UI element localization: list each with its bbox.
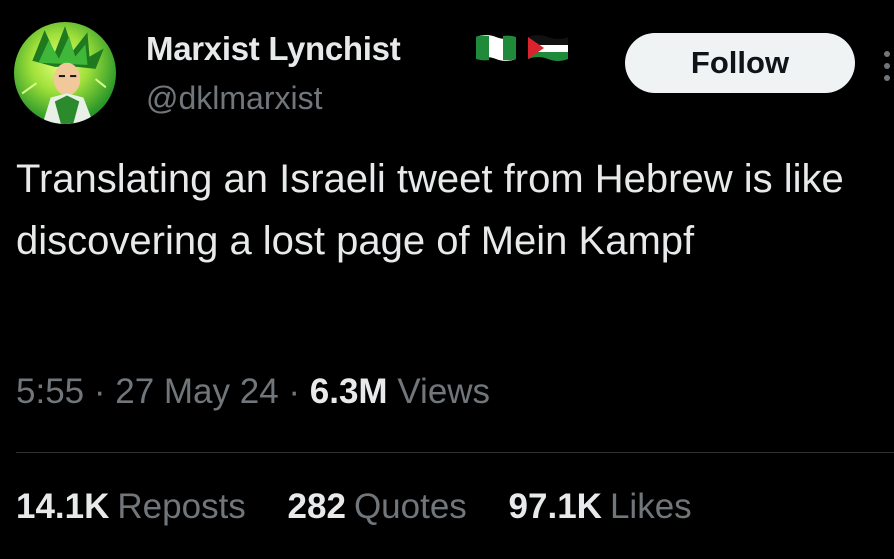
user-handle[interactable]: @dklmarxist: [146, 80, 323, 117]
tweet-header: Marxist Lynchist @dklmarxist Follow: [0, 0, 894, 140]
views-count[interactable]: 6.3M: [310, 372, 388, 411]
palestine-flag-icon: [526, 33, 570, 63]
likes-count: 97.1K: [508, 487, 602, 526]
quotes-stat[interactable]: 282 Quotes: [288, 487, 467, 527]
avatar[interactable]: [14, 22, 116, 124]
reposts-count: 14.1K: [16, 487, 110, 526]
follow-button[interactable]: Follow: [625, 33, 855, 93]
tweet-meta: 5:55 · 27 May 24 · 6.3M Views: [16, 372, 490, 412]
display-name[interactable]: Marxist Lynchist: [146, 30, 401, 68]
tweet-date[interactable]: 27 May 24: [115, 372, 278, 411]
divider: [16, 452, 894, 453]
anime-character-avatar-icon: [21, 26, 107, 124]
quotes-label: Quotes: [353, 487, 467, 526]
likes-stat[interactable]: 97.1K Likes: [509, 487, 692, 527]
likes-label: Likes: [609, 487, 692, 526]
engagement-stats: 14.1K Reposts 282 Quotes 97.1K Likes: [16, 487, 724, 527]
tweet-time[interactable]: 5:55: [16, 372, 84, 411]
tweet-text: Translating an Israeli tweet from Hebrew…: [16, 157, 844, 263]
reposts-label: Reposts: [117, 487, 246, 526]
nigeria-flag-icon: [474, 33, 518, 63]
meta-separator: ·: [278, 372, 310, 411]
meta-separator: ·: [84, 372, 116, 411]
quotes-count: 282: [287, 487, 346, 526]
views-label[interactable]: Views: [397, 372, 490, 411]
flag-emojis: [474, 33, 574, 63]
more-options-icon[interactable]: [880, 48, 894, 84]
reposts-stat[interactable]: 14.1K Reposts: [16, 487, 246, 527]
